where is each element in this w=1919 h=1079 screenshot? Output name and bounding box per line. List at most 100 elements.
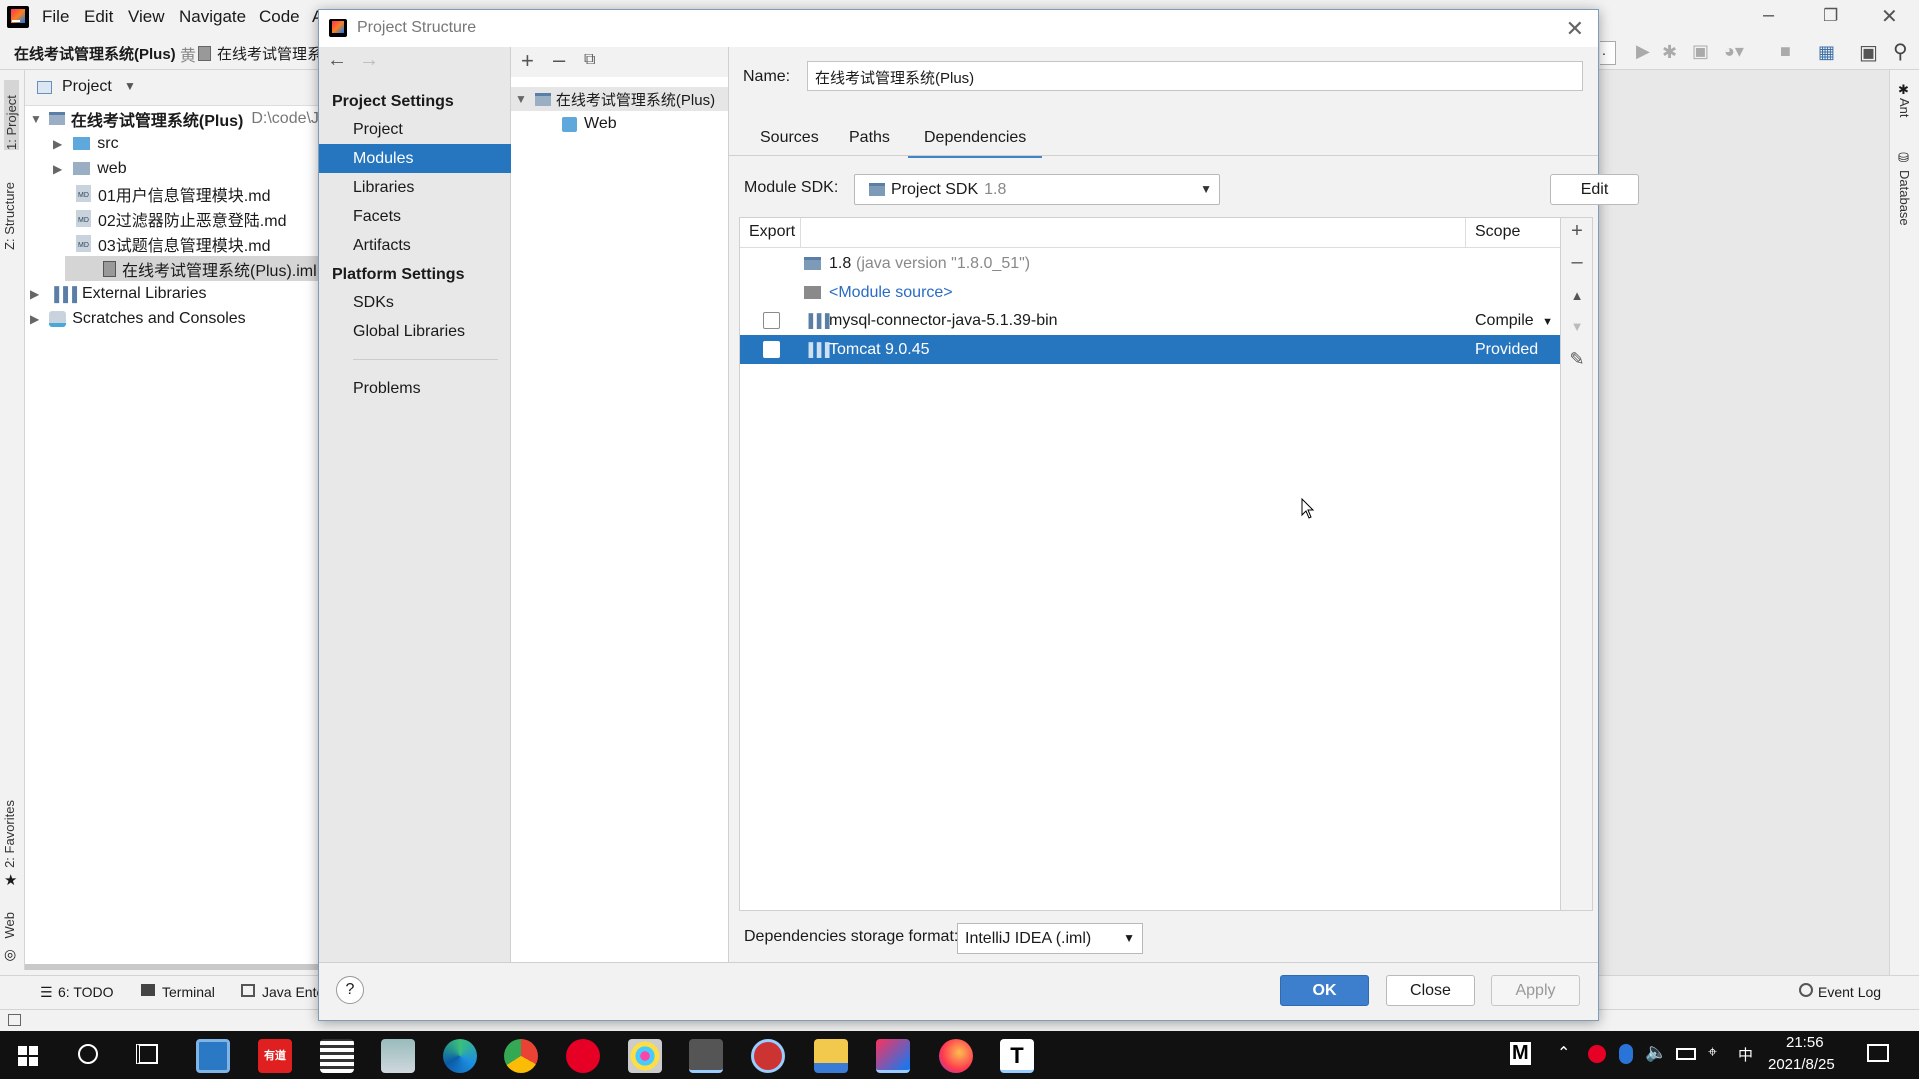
- apply-button[interactable]: Apply: [1491, 975, 1580, 1006]
- storage-format-select[interactable]: IntelliJ IDEA (.iml) ▼: [957, 923, 1143, 954]
- breadcrumb-file[interactable]: 在线考试管理系: [217, 43, 322, 64]
- debug-icon[interactable]: ✱: [1662, 42, 1677, 63]
- paint-icon[interactable]: [628, 1039, 662, 1073]
- edge-icon[interactable]: [443, 1039, 477, 1073]
- battery-icon[interactable]: [1676, 1048, 1696, 1060]
- tree-item-scratches[interactable]: ▶ Scratches and Consoles: [25, 306, 246, 331]
- wifi-icon[interactable]: ⌖: [1708, 1044, 1717, 1062]
- bluetooth-icon[interactable]: [1619, 1044, 1633, 1064]
- category-artifacts[interactable]: Artifacts: [319, 231, 511, 260]
- tree-item-md1[interactable]: MD 01用户信息管理模块.md: [25, 181, 270, 206]
- scope-select[interactable]: Compile ▼: [1475, 312, 1553, 330]
- tab-terminal[interactable]: Terminal: [162, 984, 215, 1000]
- search-circle-icon[interactable]: [78, 1044, 98, 1064]
- name-field[interactable]: 在线考试管理系统(Plus): [807, 61, 1583, 91]
- clock-date[interactable]: 2021/8/25: [1768, 1056, 1835, 1073]
- profile-icon[interactable]: ◕▾: [1724, 41, 1744, 62]
- menu-edit[interactable]: Edit: [84, 7, 113, 27]
- project-structure-icon[interactable]: ▦: [1818, 42, 1835, 63]
- tab-project[interactable]: 1: Project: [4, 80, 19, 150]
- netease-tray-icon[interactable]: [1588, 1045, 1606, 1063]
- table-row[interactable]: <Module source>: [740, 278, 1560, 307]
- breadcrumb-project[interactable]: 在线考试管理系统(Plus): [14, 43, 176, 64]
- m-tray-icon[interactable]: M: [1510, 1042, 1531, 1065]
- tray-chevron-icon[interactable]: ⌃: [1557, 1043, 1570, 1063]
- back-arrow-icon[interactable]: ←: [327, 49, 347, 72]
- expand-arrow-icon[interactable]: ▼: [30, 112, 42, 126]
- tree-item-md2[interactable]: MD 02过滤器防止恶意登陆.md: [25, 206, 286, 231]
- module-tree-root[interactable]: ▼ 在线考试管理系统(Plus): [511, 87, 728, 111]
- project-view-select[interactable]: Project: [62, 78, 112, 96]
- tree-item-iml[interactable]: 在线考试管理系统(Plus).iml: [65, 256, 319, 281]
- edit-pencil-icon[interactable]: ✎: [1567, 349, 1587, 370]
- tree-item-src[interactable]: ▶ src: [25, 131, 119, 156]
- menu-navigate[interactable]: Navigate: [179, 7, 246, 27]
- volume-icon[interactable]: 🔈: [1645, 1042, 1667, 1063]
- tree-item-web[interactable]: ▶ web: [25, 156, 127, 181]
- remove-dependency-icon[interactable]: –: [1567, 251, 1587, 274]
- ok-button[interactable]: OK: [1280, 975, 1369, 1006]
- tab-paths[interactable]: Paths: [847, 129, 892, 157]
- snipping-tool-icon[interactable]: [689, 1039, 723, 1073]
- run-config-select[interactable]: .: [1600, 41, 1616, 65]
- expand-arrow-icon[interactable]: ▶: [53, 162, 62, 176]
- tab-favorites[interactable]: 2: Favorites: [2, 800, 17, 868]
- tab-todo[interactable]: 6: TODO: [58, 984, 114, 1000]
- module-sdk-select[interactable]: Project SDK 1.8 ▼: [854, 174, 1220, 205]
- windows-start-icon[interactable]: [18, 1046, 38, 1066]
- add-dependency-icon[interactable]: +: [1567, 220, 1587, 243]
- stop-icon[interactable]: ■: [1780, 41, 1791, 62]
- tree-root[interactable]: ▼ 在线考试管理系统(Plus) D:\code\J: [25, 106, 319, 131]
- table-row[interactable]: 1.8 (java version "1.8.0_51"): [740, 249, 1560, 278]
- notification-icon[interactable]: [1867, 1044, 1889, 1062]
- file-explorer-icon[interactable]: [814, 1039, 848, 1073]
- table-row-selected[interactable]: ▐▐▐ Tomcat 9.0.45 Provided: [740, 335, 1560, 364]
- tab-dependencies[interactable]: Dependencies: [908, 129, 1043, 158]
- menu-code[interactable]: Code: [259, 7, 300, 27]
- menu-view[interactable]: View: [128, 7, 165, 27]
- export-checkbox[interactable]: [763, 341, 780, 358]
- category-project[interactable]: Project: [319, 115, 511, 144]
- remove-icon[interactable]: –: [553, 47, 565, 73]
- move-up-icon[interactable]: ▲: [1567, 288, 1587, 303]
- move-down-icon[interactable]: ▼: [1567, 319, 1587, 334]
- firefox-icon[interactable]: [939, 1039, 973, 1073]
- category-sdks[interactable]: SDKs: [319, 288, 511, 317]
- app-icon[interactable]: [751, 1039, 785, 1073]
- table-row[interactable]: ▐▐▐ mysql-connector-java-5.1.39-bin Comp…: [740, 306, 1560, 335]
- netease-music-icon[interactable]: [566, 1039, 600, 1073]
- remote-desktop-icon[interactable]: [381, 1039, 415, 1073]
- calculator-icon[interactable]: [320, 1039, 354, 1073]
- expand-arrow-icon[interactable]: ▼: [515, 92, 527, 106]
- close-button[interactable]: Close: [1386, 975, 1475, 1006]
- tab-event-log[interactable]: Event Log: [1818, 984, 1881, 1000]
- tab-sources[interactable]: Sources: [758, 129, 821, 157]
- control-panel-icon[interactable]: [196, 1039, 230, 1073]
- dialog-close-icon[interactable]: ✕: [1566, 16, 1584, 42]
- run-icon[interactable]: ▶: [1636, 41, 1650, 62]
- tab-web[interactable]: Web: [2, 912, 17, 939]
- module-tree-web[interactable]: Web: [511, 112, 728, 136]
- add-icon[interactable]: +: [521, 48, 534, 74]
- minimize-icon[interactable]: –: [1763, 4, 1774, 27]
- tab-java-enterprise[interactable]: Java Ente: [262, 984, 324, 1000]
- tree-item-external-libraries[interactable]: ▶ ▐▐▐ External Libraries: [25, 281, 207, 306]
- expand-arrow-icon[interactable]: ▶: [30, 287, 39, 301]
- search-everywhere-icon[interactable]: ⚲: [1893, 39, 1908, 64]
- column-scope[interactable]: Scope: [1475, 223, 1520, 241]
- help-button[interactable]: ?: [336, 976, 364, 1004]
- task-view-icon[interactable]: [136, 1044, 158, 1064]
- menu-file[interactable]: File: [42, 7, 69, 27]
- column-export[interactable]: Export: [749, 223, 795, 241]
- category-libraries[interactable]: Libraries: [319, 173, 511, 202]
- intellij-taskbar-icon[interactable]: [876, 1039, 910, 1073]
- chevron-down-icon[interactable]: ▼: [124, 79, 136, 93]
- tab-database[interactable]: Database: [1897, 170, 1912, 226]
- status-toggle-icon[interactable]: [8, 1014, 21, 1026]
- tree-item-md3[interactable]: MD 03试题信息管理模块.md: [25, 231, 270, 256]
- chrome-icon[interactable]: [504, 1039, 538, 1073]
- export-checkbox[interactable]: [763, 312, 780, 329]
- tab-ant[interactable]: Ant: [1897, 98, 1912, 118]
- category-global-libraries[interactable]: Global Libraries: [319, 317, 511, 346]
- layout-icon[interactable]: ▣: [1859, 40, 1878, 65]
